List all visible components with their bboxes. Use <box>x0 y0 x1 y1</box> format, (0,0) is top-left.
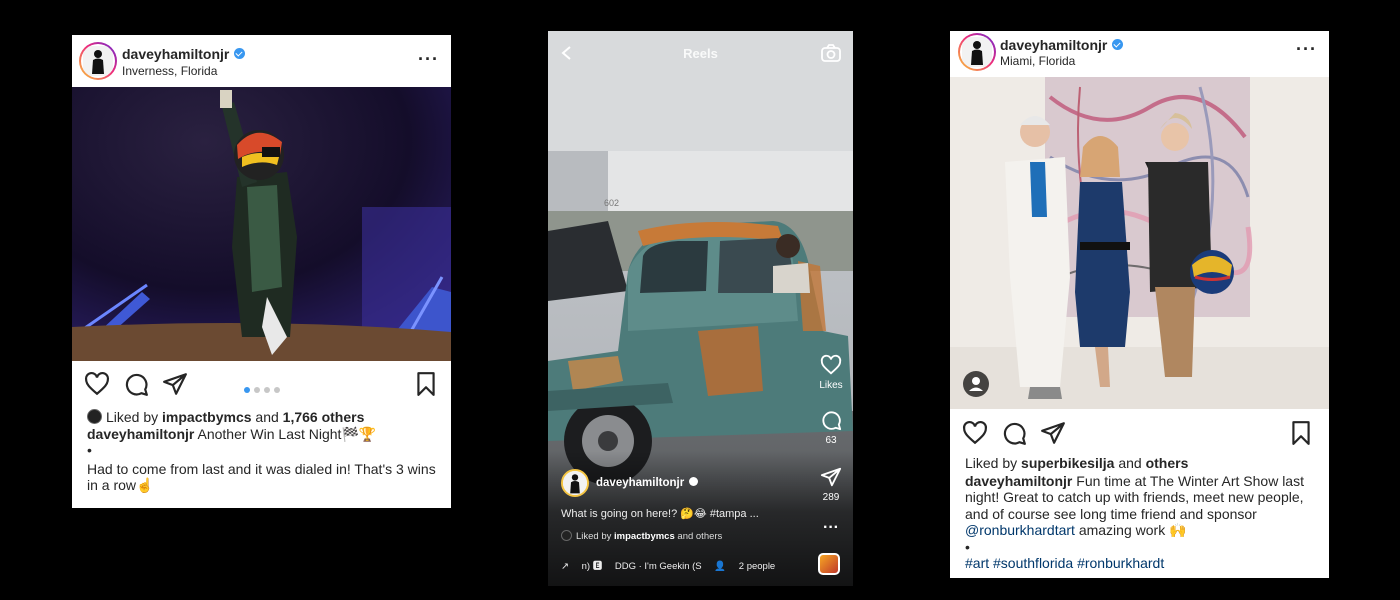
username-text[interactable]: daveyhamiltonjr <box>1000 37 1107 53</box>
comments-count: 63 <box>825 435 837 446</box>
mention-link[interactable]: @ronburkhardtart <box>965 522 1075 538</box>
location[interactable]: Miami, Florida <box>1000 54 1075 68</box>
reel-caption[interactable]: What is going on here!? 🤔😂 #tampa ... <box>561 507 759 520</box>
liked-by-line[interactable]: Liked by impactbymcs and 1,766 others <box>87 409 439 426</box>
caption-bullet: • <box>87 442 92 458</box>
tagged-people-icon[interactable] <box>963 371 989 397</box>
heart-icon[interactable] <box>962 420 988 446</box>
reel-share-button[interactable]: 289 <box>809 466 853 503</box>
carousel-dots <box>244 380 284 398</box>
reel-title: Reels <box>683 46 718 61</box>
verified-badge-icon <box>234 48 246 59</box>
post-photo[interactable] <box>72 87 451 361</box>
location[interactable]: Inverness, Florida <box>122 64 217 78</box>
caption-bullet: • <box>965 538 970 555</box>
post-header: daveyhamiltonjr Miami, Florida ··· <box>950 31 1329 77</box>
racer-photo <box>72 87 451 361</box>
building-number: 602 <box>604 198 619 208</box>
heart-icon[interactable] <box>84 371 110 397</box>
reel-view[interactable]: 602 Reels Likes 63 289 ··· daveyhamilton… <box>548 31 853 586</box>
avatar[interactable] <box>79 42 117 80</box>
avatar[interactable] <box>958 33 996 71</box>
audio-track[interactable]: DDG · I'm Geekin (S <box>615 561 702 572</box>
post-header: daveyhamiltonjr Inverness, Florida ··· <box>72 35 451 87</box>
more-options-icon[interactable]: ··· <box>1296 39 1317 60</box>
reel-comment-button[interactable]: 63 <box>809 409 853 446</box>
people-tag[interactable]: 👤 2 people <box>714 561 785 572</box>
shares-count: 289 <box>822 492 840 503</box>
instagram-post-left: daveyhamiltonjr Inverness, Florida ··· L… <box>72 35 451 508</box>
audio-fragment: n) 🅴 <box>581 561 603 572</box>
liked-by-line[interactable]: Liked by superbikesilja and others <box>965 455 1317 472</box>
paper-plane-icon[interactable] <box>162 371 188 397</box>
post-caption: Liked by superbikesilja and others davey… <box>965 455 1317 572</box>
reel-liked-by[interactable]: Liked by impactbymcs and others <box>561 530 722 542</box>
liked-by-avatar <box>561 530 572 541</box>
username[interactable]: daveyhamiltonjr <box>1000 37 1124 53</box>
post-actions-bar <box>72 366 451 402</box>
bookmark-icon[interactable] <box>1288 420 1314 446</box>
art-show-photo <box>950 77 1329 409</box>
paper-plane-icon[interactable] <box>820 466 842 488</box>
liked-by-avatar <box>87 409 102 424</box>
comment-icon[interactable] <box>1001 420 1027 446</box>
more-options-icon[interactable]: ··· <box>418 49 439 70</box>
verified-badge-icon <box>1112 39 1124 50</box>
more-options-icon[interactable]: ··· <box>809 519 853 537</box>
reel-audio-bar[interactable]: ↗ n) 🅴 DDG · I'm Geekin (S 👤 2 people <box>561 558 801 572</box>
post-photo[interactable] <box>950 77 1329 409</box>
bookmark-icon[interactable] <box>413 371 439 397</box>
caption-text: Another Win Last Night🏁🏆 <box>194 425 377 442</box>
instagram-post-right: daveyhamiltonjr Miami, Florida ··· Liked… <box>950 31 1329 578</box>
comment-icon[interactable] <box>123 371 149 397</box>
caption-body: Had to come from last and it was dialed … <box>87 460 436 494</box>
arrow-icon: ↗ <box>561 561 569 572</box>
username-text[interactable]: daveyhamiltonjr <box>122 46 229 62</box>
comment-icon[interactable] <box>820 409 842 431</box>
person-icon: 👤 <box>714 561 729 572</box>
caption-username[interactable]: daveyhamiltonjr <box>87 426 194 442</box>
reel-avatar[interactable] <box>561 469 589 497</box>
caption-username[interactable]: daveyhamiltonjr <box>965 473 1072 489</box>
caption-text-end: amazing work 🙌 <box>1074 522 1187 538</box>
verified-badge-icon <box>689 477 699 486</box>
camera-icon[interactable] <box>821 44 841 62</box>
likes-label: Likes <box>819 380 843 391</box>
username[interactable]: daveyhamiltonjr <box>122 46 246 62</box>
reel-username[interactable]: daveyhamiltonjr <box>596 477 699 489</box>
audio-thumbnail-icon[interactable] <box>818 553 840 575</box>
hashtags[interactable]: #art #southflorida #ronburkhardt <box>965 555 1317 572</box>
post-actions-bar <box>950 415 1329 451</box>
post-caption: Liked by impactbymcs and 1,766 others da… <box>87 409 439 494</box>
paper-plane-icon[interactable] <box>1040 420 1066 446</box>
reel-header: Reels <box>548 31 853 75</box>
reel-like-button[interactable]: Likes <box>809 354 853 391</box>
heart-icon[interactable] <box>820 354 842 376</box>
